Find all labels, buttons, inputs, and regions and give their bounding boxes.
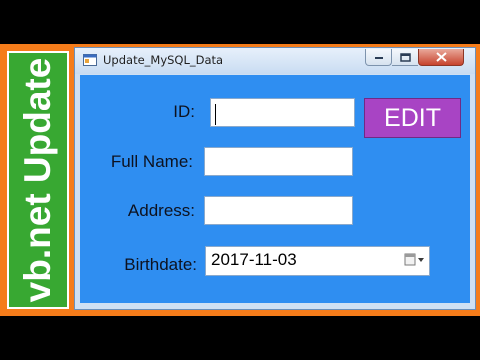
window-app-icon [83,54,97,66]
maximize-button[interactable] [392,49,418,66]
address-field[interactable] [204,196,353,225]
birthdate-value: 2017-11-03 [211,250,297,269]
close-button[interactable] [418,49,464,66]
calendar-dropdown-icon[interactable] [404,252,426,267]
banner-text: vb.net Update [17,57,58,303]
side-banner: vb.net Update [7,51,69,309]
id-label: ID: [173,102,195,121]
id-field[interactable] [210,98,355,127]
minimize-icon [374,57,383,59]
minimize-button[interactable] [365,49,392,66]
window-title: Update_MySQL_Data [103,53,224,67]
birthdate-label: Birthdate: [124,255,197,274]
title-bar[interactable]: Update_MySQL_Data [75,48,475,74]
full-name-field[interactable] [204,147,353,176]
app-window: Update_MySQL_Data ID: EDIT Full Name: Ad… [74,47,476,310]
address-label: Address: [127,201,195,220]
close-icon [435,52,447,62]
form-client-area: ID: EDIT Full Name: Address: Birthdate: … [80,75,470,303]
text-caret [215,104,216,125]
full-name-label: Full Name: [110,152,193,171]
maximize-icon [399,52,411,62]
edit-button[interactable]: EDIT [364,98,461,138]
birthdate-picker[interactable]: 2017-11-03 [205,246,430,276]
